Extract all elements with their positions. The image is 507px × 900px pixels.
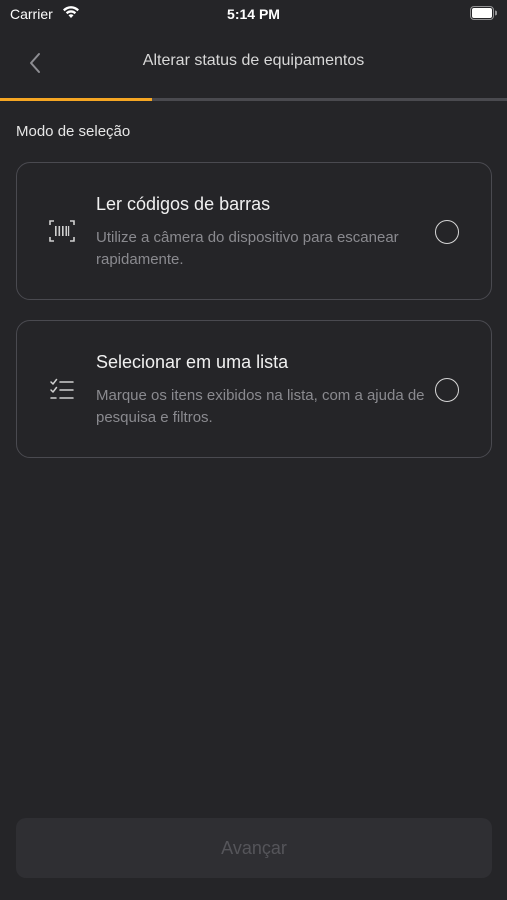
progress-track (0, 98, 507, 101)
option-barcode-description: Utilize a câmera do dispositivo para esc… (96, 229, 399, 268)
screen: Carrier 5:14 PM Alterar status de equipa… (0, 0, 507, 900)
section-label: Modo de seleção (16, 123, 131, 140)
option-barcode-title: Ler códigos de barras (96, 194, 271, 214)
barcode-scan-icon (49, 220, 75, 242)
progress-fill (0, 98, 153, 101)
status-bar: Carrier 5:14 PM (0, 0, 507, 30)
page-title: Alterar status de equipamentos (142, 52, 365, 69)
clock: 5:14 PM (227, 6, 280, 22)
option-list-description: Marque os itens exibidos na lista, com a… (96, 387, 425, 426)
option-list-title: Selecionar em uma lista (96, 352, 289, 372)
option-list-radio[interactable] (435, 378, 459, 402)
option-barcode-card[interactable]: Ler códigos de barras Utilize a câmera d… (16, 162, 492, 300)
nav-bar: Alterar status de equipamentos (0, 30, 507, 98)
checklist-icon (50, 378, 74, 399)
next-button[interactable]: Avançar (16, 818, 492, 878)
option-barcode-radio[interactable] (435, 220, 459, 244)
battery-icon (470, 6, 497, 20)
option-list-card[interactable]: Selecionar em uma lista Marque os itens … (16, 320, 492, 458)
